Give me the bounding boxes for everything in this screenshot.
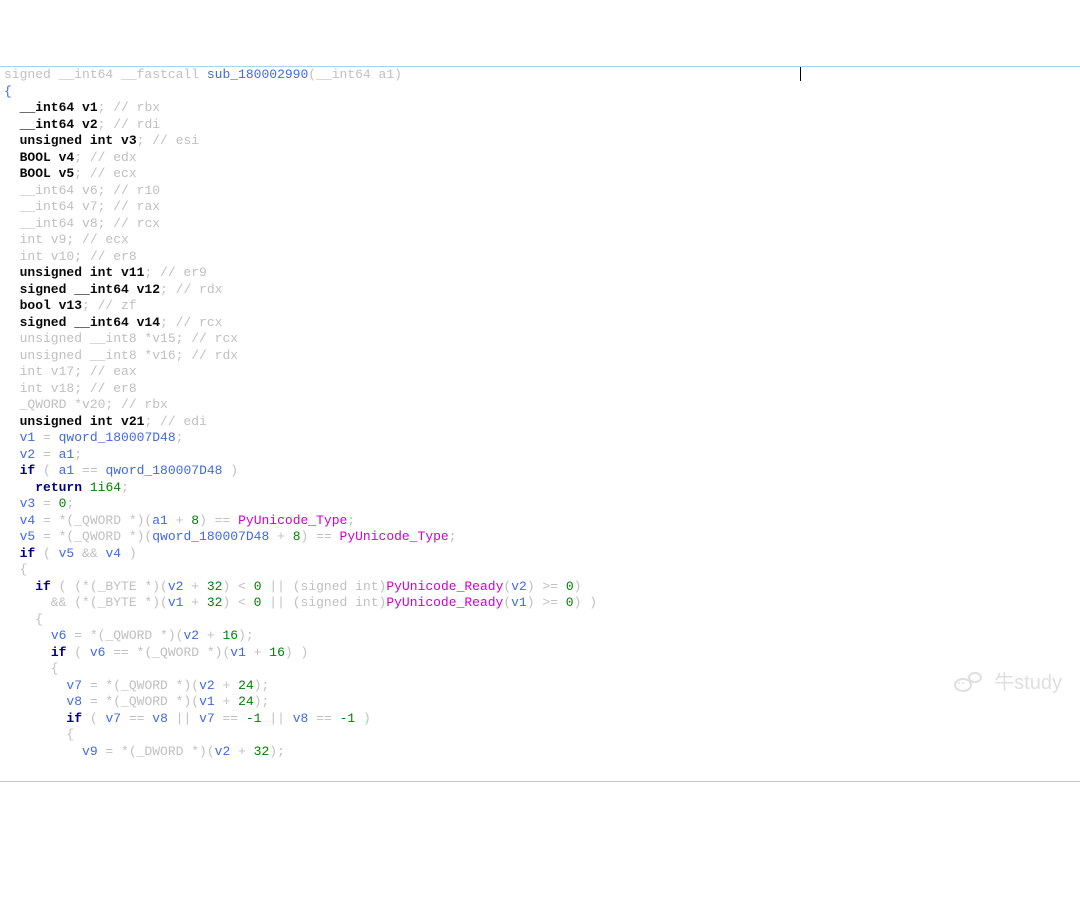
- code-line[interactable]: v1 = qword_180007D48;: [4, 430, 1076, 447]
- code-line[interactable]: v8 = *(_QWORD *)(v1 + 24);: [4, 694, 1076, 711]
- code-line[interactable]: int v18; // er8: [4, 381, 1076, 398]
- code-line[interactable]: {: [4, 727, 1076, 744]
- code-line[interactable]: BOOL v4; // edx: [4, 150, 1076, 167]
- code-line[interactable]: __int64 v8; // rcx: [4, 216, 1076, 233]
- code-line[interactable]: return 1i64;: [4, 480, 1076, 497]
- code-line[interactable]: _QWORD *v20; // rbx: [4, 397, 1076, 414]
- code-line[interactable]: {: [4, 612, 1076, 629]
- code-line[interactable]: v2 = a1;: [4, 447, 1076, 464]
- text-caret: [800, 67, 801, 81]
- code-line[interactable]: {: [4, 562, 1076, 579]
- code-line[interactable]: int v9; // ecx: [4, 232, 1076, 249]
- code-line[interactable]: int v10; // er8: [4, 249, 1076, 266]
- watermark-text: 牛study: [994, 675, 1062, 692]
- code-line[interactable]: v4 = *(_QWORD *)(a1 + 8) == PyUnicode_Ty…: [4, 513, 1076, 530]
- code-line[interactable]: {: [4, 84, 1076, 101]
- code-line[interactable]: v9 = *(_DWORD *)(v2 + 32);: [4, 744, 1076, 761]
- code-line[interactable]: if ( v7 == v8 || v7 == -1 || v8 == -1 ): [4, 711, 1076, 728]
- code-line[interactable]: v3 = 0;: [4, 496, 1076, 513]
- code-line[interactable]: unsigned int v21; // edi: [4, 414, 1076, 431]
- code-line[interactable]: && (*(_BYTE *)(v1 + 32) < 0 || (signed i…: [4, 595, 1076, 612]
- code-line[interactable]: if ( (*(_BYTE *)(v2 + 32) < 0 || (signed…: [4, 579, 1076, 596]
- code-line[interactable]: v6 = *(_QWORD *)(v2 + 16);: [4, 628, 1076, 645]
- wechat-icon: [954, 670, 988, 696]
- code-line[interactable]: __int64 v7; // rax: [4, 199, 1076, 216]
- code-line[interactable]: BOOL v5; // ecx: [4, 166, 1076, 183]
- code-line[interactable]: if ( v6 == *(_QWORD *)(v1 + 16) ): [4, 645, 1076, 662]
- code-line[interactable]: if ( a1 == qword_180007D48 ): [4, 463, 1076, 480]
- code-line[interactable]: v5 = *(_QWORD *)(qword_180007D48 + 8) ==…: [4, 529, 1076, 546]
- code-line[interactable]: unsigned __int8 *v15; // rcx: [4, 331, 1076, 348]
- watermark: 牛study: [954, 670, 1062, 696]
- code-line[interactable]: if ( v5 && v4 ): [4, 546, 1076, 563]
- code-line[interactable]: __int64 v6; // r10: [4, 183, 1076, 200]
- code-line[interactable]: v7 = *(_QWORD *)(v2 + 24);: [4, 678, 1076, 695]
- code-line[interactable]: signed __int64 v12; // rdx: [4, 282, 1076, 299]
- code-line[interactable]: {: [4, 661, 1076, 678]
- code-line[interactable]: signed __int64 v14; // rcx: [4, 315, 1076, 332]
- code-line[interactable]: int v17; // eax: [4, 364, 1076, 381]
- decompiler-code-view[interactable]: signed __int64 __fastcall sub_180002990(…: [0, 66, 1080, 782]
- code-line[interactable]: __int64 v2; // rdi: [4, 117, 1076, 134]
- code-line[interactable]: unsigned int v3; // esi: [4, 133, 1076, 150]
- code-line[interactable]: unsigned int v11; // er9: [4, 265, 1076, 282]
- code-line[interactable]: unsigned __int8 *v16; // rdx: [4, 348, 1076, 365]
- code-line[interactable]: __int64 v1; // rbx: [4, 100, 1076, 117]
- code-line[interactable]: signed __int64 __fastcall sub_180002990(…: [4, 67, 1076, 84]
- code-line[interactable]: bool v13; // zf: [4, 298, 1076, 315]
